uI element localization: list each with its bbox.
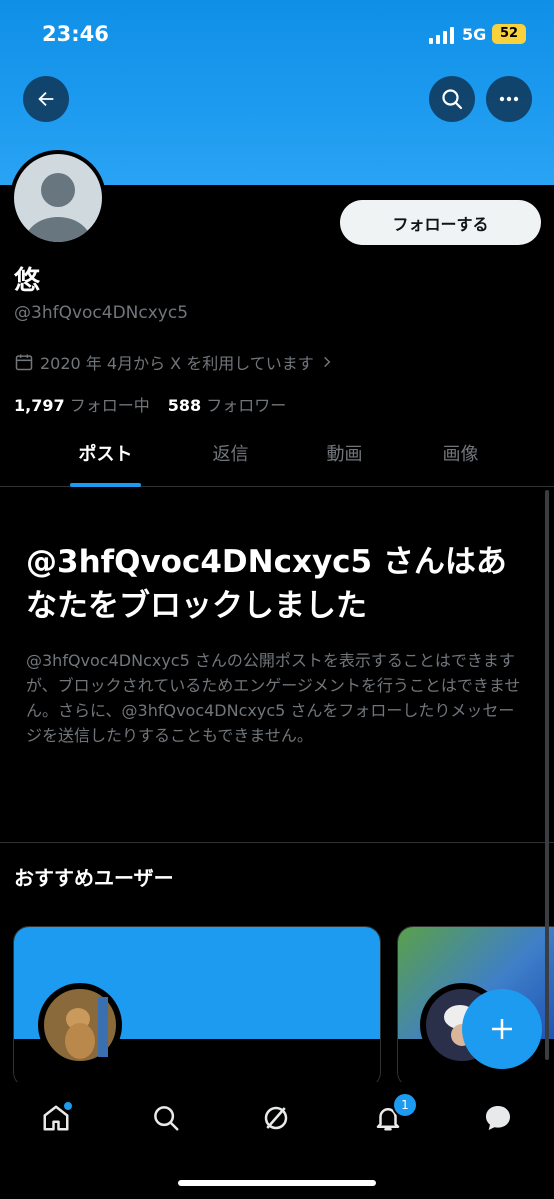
search-icon: [154, 1106, 179, 1131]
default-avatar-icon: [14, 154, 102, 242]
nav-home[interactable]: [34, 1096, 78, 1140]
grok-icon: [264, 1106, 288, 1130]
more-icon: [499, 96, 519, 102]
home-indicator[interactable]: [178, 1180, 376, 1186]
arrow-left-icon: [38, 91, 54, 107]
recommended-user-card[interactable]: [13, 926, 381, 1088]
blocked-title: @3hfQvoc4DNcxyc5 さんはあなたをブロックしました: [26, 544, 507, 624]
followers-label: フォロワー: [206, 396, 287, 415]
signal-icon: [429, 26, 455, 44]
unread-dot: [64, 1102, 72, 1110]
active-tab-indicator: [70, 483, 141, 487]
avatar: [38, 983, 122, 1067]
section-divider: [0, 842, 554, 843]
notification-badge: 1: [392, 1092, 418, 1118]
recommended-users-title: おすすめユーザー: [14, 866, 174, 890]
tab-images[interactable]: 画像: [413, 430, 508, 486]
more-options-button[interactable]: [486, 76, 532, 122]
follow-button[interactable]: フォローする: [340, 200, 541, 245]
search-button[interactable]: [429, 76, 475, 122]
chevron-right-icon: [323, 356, 331, 368]
join-date[interactable]: 2020 年 4月から X を利用しています: [14, 350, 334, 374]
back-button[interactable]: [23, 76, 69, 122]
tab-replies[interactable]: 返信: [183, 430, 278, 486]
plus-icon: [492, 1019, 512, 1039]
nav-notifications[interactable]: 1: [366, 1092, 418, 1140]
compose-post-button[interactable]: [462, 989, 542, 1069]
following-count: 1,797: [14, 396, 65, 415]
search-icon: [442, 89, 463, 110]
blocked-description: @3hfQvoc4DNcxyc5 さんの公開ポストを表示することはできますが、ブ…: [26, 651, 521, 745]
calendar-icon: [15, 354, 33, 371]
chat-bubble-icon: [486, 1106, 510, 1130]
followers-count: 588: [167, 396, 202, 415]
network-type: 5G: [462, 25, 487, 44]
nav-grok[interactable]: [254, 1096, 298, 1140]
profile-avatar[interactable]: [10, 150, 106, 246]
tab-posts[interactable]: ポスト: [58, 430, 153, 486]
battery-indicator: 52: [492, 24, 526, 44]
followers-link[interactable]: 588 フォロワー: [168, 392, 287, 416]
scrollbar[interactable]: [545, 490, 549, 1060]
follow-stats: 1,797 フォロー中 588 フォロワー: [14, 392, 286, 416]
user-handle: @3hfQvoc4DNcxyc5: [14, 303, 189, 323]
nav-search[interactable]: [144, 1096, 188, 1140]
join-date-text: 2020 年 4月から X を利用しています: [40, 354, 314, 373]
display-name: 悠: [14, 266, 41, 296]
status-time: 23:46: [42, 22, 109, 46]
battery-level: 52: [499, 26, 519, 41]
profile-tabs: ポスト 返信 動画 画像: [0, 430, 554, 487]
following-label: フォロー中: [69, 396, 150, 415]
nav-messages[interactable]: [476, 1096, 520, 1140]
following-link[interactable]: 1,797 フォロー中: [14, 392, 150, 416]
tab-videos[interactable]: 動画: [297, 430, 392, 486]
